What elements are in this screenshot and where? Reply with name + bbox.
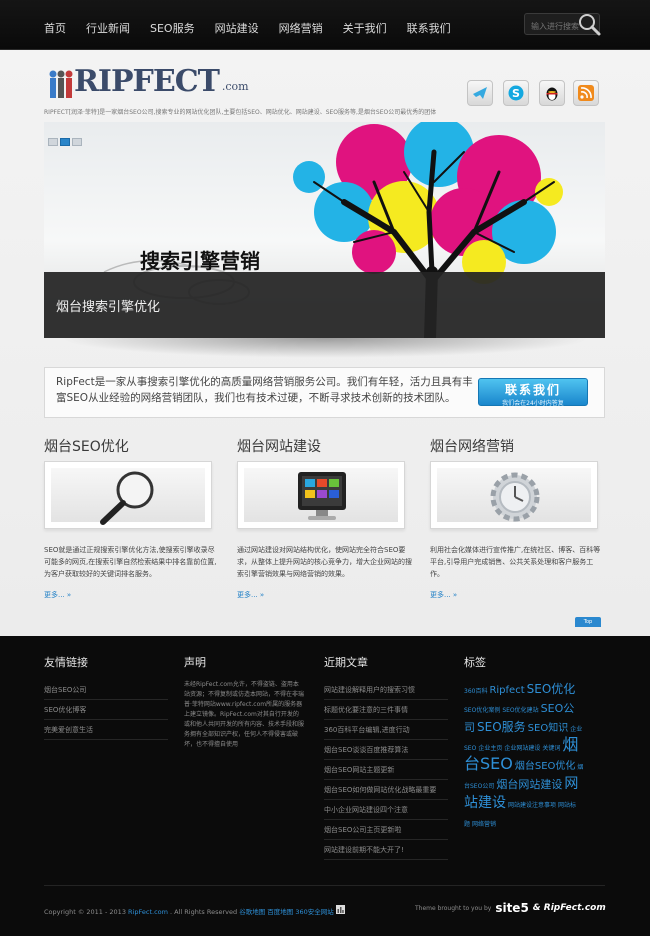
service-title-seo: 烟台SEO优化	[44, 439, 129, 455]
twitter-button[interactable]	[467, 80, 493, 106]
intro-text: RipFect是一家从事搜索引擎优化的高质量网络营销服务公司。我们有年轻，活力且…	[56, 376, 473, 404]
slider-shadow	[60, 338, 590, 358]
copyright-rights: . All Rights Reserved	[170, 908, 238, 916]
ripfect-credit-logo[interactable]: & RipFect.com	[533, 903, 606, 913]
rss-button[interactable]	[573, 80, 599, 106]
copyright-line: Copyright © 2011 - 2013 RipFect.com . Al…	[44, 905, 345, 916]
rss-icon	[578, 85, 594, 101]
slide-dot[interactable]	[48, 138, 58, 146]
tag-link[interactable]: SEO优化案例	[464, 707, 500, 714]
footer-statement-title: 声明	[184, 656, 206, 669]
contact-us-button[interactable]: 联系我们 我们会在24小时内答复	[478, 378, 588, 407]
site-tagline: RIPFECT[润泽·菲特]是一家烟台SEO公司,搜索专业的网站优化团队,主要包…	[44, 109, 437, 116]
copyright-prefix: Copyright © 2011 - 2013	[44, 908, 126, 916]
recent-post-link[interactable]: 网站建设解释用户的搜索习惯	[324, 680, 448, 700]
slide-caption[interactable]: 烟台搜索引擎优化	[56, 296, 160, 315]
service-image-web-building[interactable]	[237, 461, 405, 529]
copyright-site-link[interactable]: RipFect.com	[128, 908, 168, 916]
tag-link[interactable]: 网络营销	[472, 821, 496, 828]
slide-dot[interactable]	[72, 138, 82, 146]
footer-divider	[44, 885, 605, 886]
monitor-apps-icon	[298, 472, 346, 520]
theme-credit-text: Theme brought to you by	[415, 904, 492, 912]
service-desc-seo: SEO就是通过正规搜索引擎优化方法,使搜索引擎收录尽可能多的网页,在搜索引擎自然…	[44, 546, 217, 578]
tag-link[interactable]: 企业网站建设	[504, 745, 540, 752]
nav-item-web-marketing[interactable]: 网络营销	[279, 20, 323, 36]
recent-posts-list: 网站建设解释用户的搜索习惯 标题优化要注意的三件事情 360百科平台编辑,进度行…	[324, 680, 448, 860]
tag-link[interactable]: 企业主页	[478, 745, 502, 752]
twitter-bird-icon	[473, 87, 487, 99]
site-logo[interactable]: RIPFECT .com	[48, 64, 249, 99]
more-link-web-building[interactable]: 更多... »	[237, 590, 264, 600]
back-to-top-link[interactable]: Top	[575, 617, 601, 627]
service-image-seo[interactable]	[44, 461, 212, 529]
logo-text: RIPFECT	[74, 64, 220, 99]
main-menu: 首页 行业新闻 SEO服务 网站建设 网络营销 关于我们 联系我们	[44, 20, 451, 36]
tag-link[interactable]: 关键词	[542, 745, 560, 752]
site5-logo[interactable]: site5	[495, 901, 528, 915]
friend-link[interactable]: SEO优化博客	[44, 700, 168, 720]
recent-post-link[interactable]: 360百科平台编辑,进度行动	[324, 720, 448, 740]
logo-people-icon	[49, 70, 73, 98]
more-link-marketing[interactable]: 更多... »	[430, 590, 457, 600]
recent-post-link[interactable]: 标题优化要注意的三件事情	[324, 700, 448, 720]
service-desc-marketing: 利用社会化媒体进行宣传推广,在统社区、博客、百科等平台,引导用户完成销售、公共关…	[430, 546, 601, 578]
nav-item-industry-news[interactable]: 行业新闻	[86, 20, 130, 36]
tag-link[interactable]: 360百科	[464, 688, 487, 695]
friend-link[interactable]: 烟台SEO公司	[44, 680, 168, 700]
tag-link[interactable]: 网站建设注意事项	[508, 802, 556, 809]
stats-icon[interactable]	[335, 905, 345, 914]
skype-icon: S	[508, 85, 524, 101]
tag-link[interactable]: Ripfect	[489, 685, 524, 696]
top-navigation: 首页 行业新闻 SEO服务 网站建设 网络营销 关于我们 联系我们	[0, 0, 650, 50]
recent-post-link[interactable]: 烟台SEO如何做网站优化战略最重要	[324, 780, 448, 800]
footer-friend-links-title: 友情链接	[44, 656, 88, 669]
contact-button-sublabel: 我们会在24小时内答复	[502, 400, 564, 407]
theme-credit: Theme brought to you by site5 & RipFect.…	[415, 901, 606, 915]
recent-post-link[interactable]: 烟台SEO谈谈百度推荐算法	[324, 740, 448, 760]
search-icon[interactable]	[576, 11, 602, 37]
slide-dot-active[interactable]	[60, 138, 70, 146]
tag-link[interactable]: 烟台SEO优化	[515, 761, 576, 772]
nav-item-contact-us[interactable]: 联系我们	[407, 20, 451, 36]
friend-link[interactable]: 完美爱创意生活	[44, 720, 168, 740]
tag-link[interactable]: SEO服务	[477, 720, 526, 734]
recent-post-link[interactable]: 烟台SEO公司主页更新啦	[324, 820, 448, 840]
nav-item-seo-services[interactable]: SEO服务	[150, 20, 195, 36]
recent-post-link[interactable]: 烟台SEO网站主题更新	[324, 760, 448, 780]
statement-text: 未经RipFect.com允许，不得盗链、盗用本站资源；不得复制或仿造本网站，不…	[184, 681, 305, 748]
qq-button[interactable]	[539, 80, 565, 106]
footer-tags-title: 标签	[464, 656, 486, 669]
logo-suffix: .com	[221, 80, 249, 93]
friend-links-list: 烟台SEO公司 SEO优化博客 完美爱创意生活	[44, 680, 168, 740]
banner-title: 搜索引擎营销	[140, 249, 260, 273]
more-link-seo[interactable]: 更多... »	[44, 590, 71, 600]
nav-item-about-us[interactable]: 关于我们	[343, 20, 387, 36]
skype-button[interactable]: S	[503, 80, 529, 106]
tag-link[interactable]: 烟台网站建设	[496, 778, 562, 791]
sitemap-links[interactable]: 谷歌地图 百度地图 360安全网站	[239, 908, 334, 916]
tag-link[interactable]: SEO优化	[527, 682, 576, 696]
recent-post-link[interactable]: 网站建设前期不能大开了!	[324, 840, 448, 860]
nav-item-website-building[interactable]: 网站建设	[215, 20, 259, 36]
svg-text:S: S	[512, 87, 520, 100]
contact-button-label: 联系我们	[504, 383, 561, 397]
slider-pagination	[48, 138, 82, 146]
tag-cloud: 360百科 Ripfect SEO优化SEO优化案例 SEO优化建站 SEO公司 SEO服…	[464, 680, 584, 832]
magnifier-icon	[100, 471, 154, 525]
service-title-marketing: 烟台网络营销	[430, 439, 514, 455]
service-image-marketing[interactable]	[430, 461, 598, 529]
gear-clock-icon	[490, 472, 540, 522]
qq-penguin-icon	[546, 87, 558, 101]
tag-link[interactable]: SEO知识	[528, 723, 569, 734]
footer-recent-posts-title: 近期文章	[324, 656, 368, 669]
service-desc-web-building: 通过网站建设对网站结构优化，使网站完全符合SEO要求，从整体上提升网站的核心竞争…	[237, 546, 412, 578]
recent-post-link[interactable]: 中小企业网站建设四个注意	[324, 800, 448, 820]
tag-link[interactable]: SEO优化建站	[502, 707, 538, 714]
nav-item-home[interactable]: 首页	[44, 20, 66, 36]
service-title-web-building: 烟台网站建设	[237, 439, 321, 455]
